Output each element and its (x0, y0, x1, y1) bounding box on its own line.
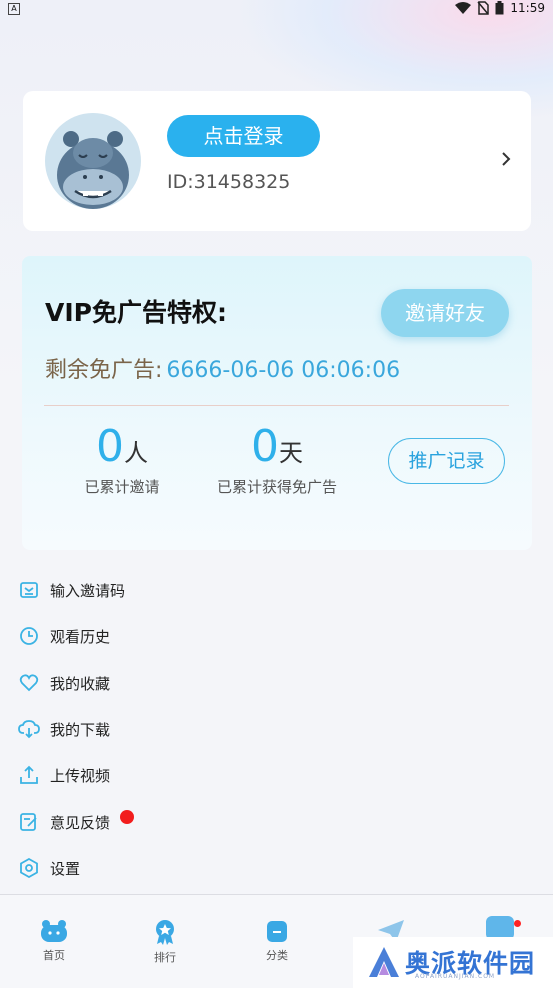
status-bar: A 11:59 (0, 0, 553, 18)
invited-count: 0 (96, 421, 124, 472)
remaining-label: 剩余免广告: (45, 358, 163, 383)
user-id: ID:31458325 (167, 171, 291, 193)
ad-free-remaining: 剩余免广告: 6666-06-06 06:06:06 (45, 352, 400, 384)
menu-item-invite-code[interactable]: 输入邀请码 (18, 575, 125, 605)
days-count: 0 (251, 421, 279, 472)
tab-label: 分类 (266, 949, 288, 962)
menu-item-label: 意见反馈 (50, 813, 111, 832)
remaining-value: 6666-06-06 06:06:06 (166, 358, 401, 383)
invited-caption: 已累计邀请 (84, 478, 160, 496)
menu-item-upload[interactable]: 上传视频 (18, 760, 110, 790)
no-sim-icon (477, 1, 490, 15)
notification-badge (120, 810, 135, 824)
menu-item-settings[interactable]: 设置 (18, 853, 80, 883)
menu-item-label: 观看历史 (50, 627, 111, 646)
promotion-records-button[interactable]: 推广记录 (388, 438, 505, 484)
heart-icon (18, 672, 40, 694)
menu-item-label: 我的下载 (50, 720, 111, 739)
tab-category[interactable]: 分类 (249, 919, 305, 963)
vip-divider (44, 405, 509, 406)
vip-card: VIP免广告特权: 邀请好友 剩余免广告: 6666-06-06 06:06:06… (22, 256, 532, 550)
menu-item-label: 输入邀请码 (50, 581, 126, 600)
vip-title: VIP免广告特权: (45, 298, 227, 327)
watermark-subtext: AOPAIRUANJIAN.COM (415, 973, 496, 980)
menu-item-label: 上传视频 (50, 766, 111, 785)
watermark-logo-icon (369, 947, 399, 977)
watermark: 奥派软件园 AOPAIRUANJIAN.COM (353, 937, 553, 988)
ad-free-days-stat: 0天 已累计获得免广告 (207, 421, 347, 497)
invited-unit: 人 (124, 439, 148, 467)
days-caption: 已累计获得免广告 (216, 478, 337, 496)
menu-item-history[interactable]: 观看历史 (18, 621, 110, 651)
clock-icon (18, 625, 40, 647)
tab-notification-dot (514, 920, 521, 927)
status-time: 11:59 (510, 1, 545, 15)
invite-friends-button[interactable]: 邀请好友 (381, 289, 509, 337)
hippo-avatar-icon (57, 131, 129, 209)
menu-item-feedback[interactable]: 意见反馈 (18, 807, 135, 837)
tab-label: 排行 (154, 951, 176, 964)
cloud-download-icon (18, 718, 40, 740)
feedback-icon (18, 811, 40, 833)
tab-label: 首页 (43, 949, 65, 962)
chevron-right-icon[interactable] (501, 151, 511, 167)
wifi-icon (455, 2, 472, 14)
battery-icon (495, 1, 504, 15)
ranking-icon (156, 920, 174, 945)
invited-stat: 0人 已累计邀请 (62, 421, 182, 497)
login-button[interactable]: 点击登录 (167, 115, 320, 157)
home-icon (41, 920, 67, 942)
notification-icon: A (8, 3, 20, 15)
menu-item-label: 设置 (50, 859, 81, 878)
tab-ranking[interactable]: 排行 (137, 919, 193, 965)
menu-item-downloads[interactable]: 我的下载 (18, 714, 110, 744)
profile-card[interactable]: 点击登录 ID:31458325 (23, 91, 531, 231)
settings-icon (18, 857, 40, 879)
menu-item-favorites[interactable]: 我的收藏 (18, 668, 110, 698)
category-icon (267, 921, 287, 942)
upload-icon (18, 764, 40, 786)
tab-home[interactable]: 首页 (26, 919, 82, 963)
invite-code-icon (18, 579, 40, 601)
days-unit: 天 (279, 439, 303, 467)
avatar[interactable] (45, 113, 141, 209)
menu-item-label: 我的收藏 (50, 674, 111, 693)
